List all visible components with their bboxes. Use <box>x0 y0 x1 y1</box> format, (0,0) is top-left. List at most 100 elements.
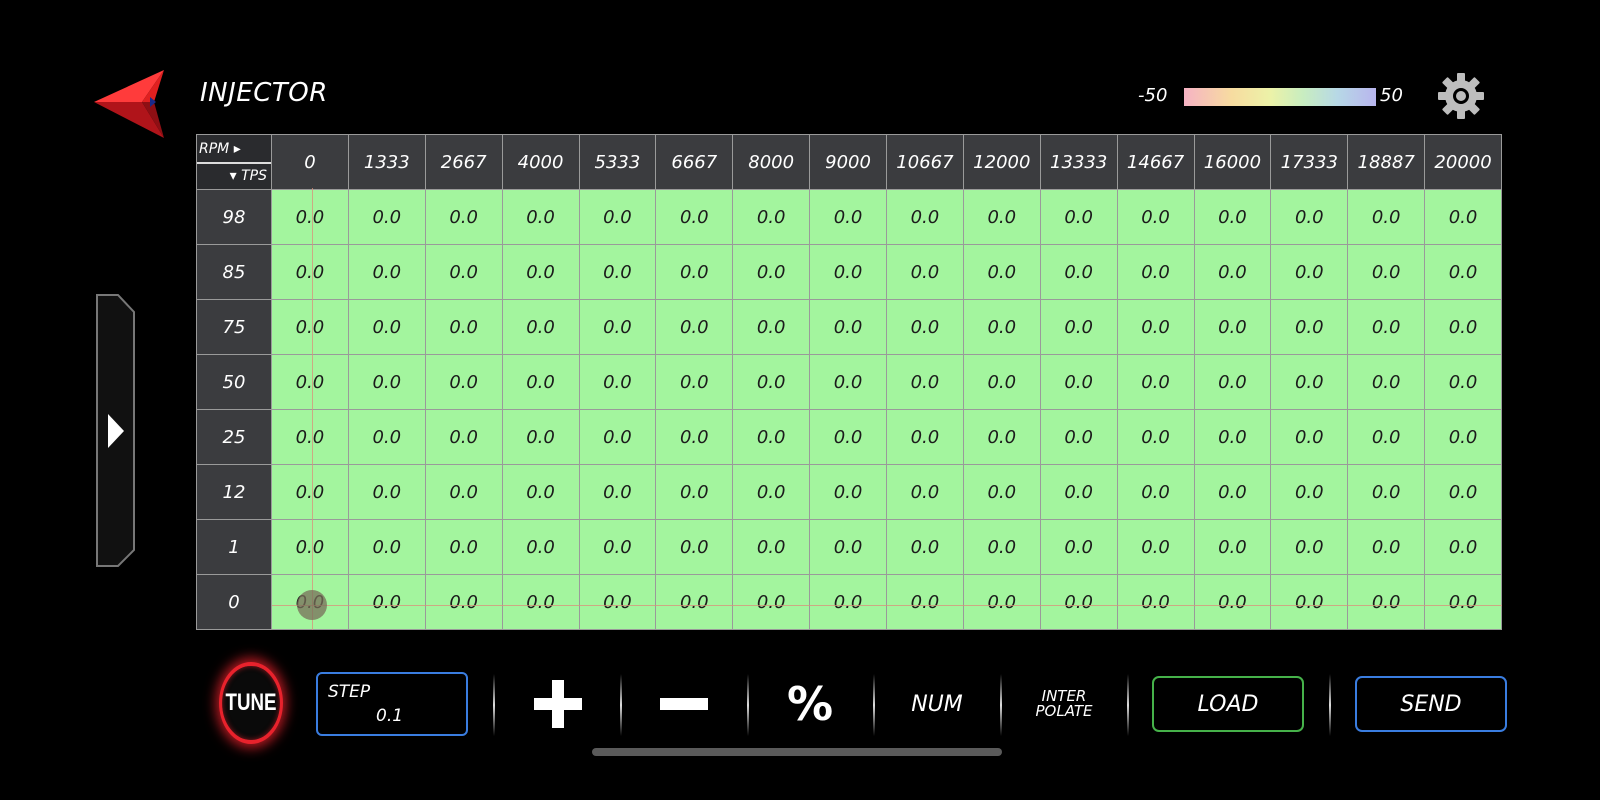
map-cell[interactable]: 0.0 <box>271 354 349 410</box>
map-cell[interactable]: 0.0 <box>424 299 503 355</box>
map-cell[interactable]: 0.0 <box>1039 464 1118 520</box>
map-cell[interactable]: 0.0 <box>1347 409 1426 465</box>
tune-button[interactable]: TUNE <box>219 662 283 744</box>
map-cell[interactable]: 0.0 <box>424 464 503 520</box>
map-cell[interactable]: 0.0 <box>962 299 1041 355</box>
map-cell[interactable]: 0.0 <box>271 244 349 300</box>
map-cell[interactable]: 0.0 <box>655 244 734 300</box>
map-cell[interactable]: 0.0 <box>347 244 426 300</box>
map-cell[interactable]: 0.0 <box>655 519 734 575</box>
map-cell[interactable]: 0.0 <box>347 464 426 520</box>
map-cell[interactable]: 0.0 <box>886 354 964 410</box>
settings-button[interactable] <box>1437 72 1485 120</box>
map-cell[interactable]: 0.0 <box>578 244 657 300</box>
map-cell[interactable]: 0.0 <box>271 189 349 245</box>
map-cell[interactable]: 0.0 <box>1193 409 1272 465</box>
map-cell[interactable]: 0.0 <box>501 299 580 355</box>
map-cell[interactable]: 0.0 <box>347 189 426 245</box>
map-cell[interactable]: 0.0 <box>271 464 349 520</box>
map-cell[interactable]: 0.0 <box>1039 519 1118 575</box>
map-cell[interactable]: 0.0 <box>886 299 964 355</box>
tps-row-header[interactable]: 85 <box>196 244 272 300</box>
map-cell[interactable]: 0.0 <box>1424 189 1502 245</box>
side-drawer-toggle[interactable] <box>96 294 136 568</box>
rpm-column-header[interactable]: 5333 <box>578 134 657 190</box>
rpm-column-header[interactable]: 17333 <box>1270 134 1349 190</box>
tps-row-header[interactable]: 12 <box>196 464 272 520</box>
map-cell[interactable]: 0.0 <box>886 244 964 300</box>
map-cell[interactable]: 0.0 <box>886 464 964 520</box>
rpm-column-header[interactable]: 12000 <box>962 134 1041 190</box>
rpm-column-header[interactable]: 0 <box>271 134 349 190</box>
map-cell[interactable]: 0.0 <box>886 409 964 465</box>
map-cell[interactable]: 0.0 <box>1270 519 1349 575</box>
map-cell[interactable]: 0.0 <box>1193 189 1272 245</box>
map-cell[interactable]: 0.0 <box>1116 354 1195 410</box>
map-cell[interactable]: 0.0 <box>1270 299 1349 355</box>
map-cell[interactable]: 0.0 <box>1039 299 1118 355</box>
map-cell[interactable]: 0.0 <box>886 189 964 245</box>
map-cell[interactable]: 0.0 <box>962 244 1041 300</box>
rpm-column-header[interactable]: 13333 <box>1039 134 1118 190</box>
map-cell[interactable]: 0.0 <box>578 354 657 410</box>
map-cell[interactable]: 0.0 <box>501 464 580 520</box>
map-cell[interactable]: 0.0 <box>424 354 503 410</box>
map-cell[interactable]: 0.0 <box>809 574 887 630</box>
tps-row-header[interactable]: 50 <box>196 354 272 410</box>
map-cell[interactable]: 0.0 <box>1347 354 1426 410</box>
map-cell[interactable]: 0.0 <box>271 299 349 355</box>
map-cell[interactable]: 0.0 <box>501 574 580 630</box>
map-cell[interactable]: 0.0 <box>1347 574 1426 630</box>
decrement-button[interactable] <box>654 672 714 736</box>
map-cell[interactable]: 0.0 <box>424 189 503 245</box>
map-cell[interactable]: 0.0 <box>655 189 734 245</box>
map-cell[interactable]: 0.0 <box>962 189 1041 245</box>
back-button[interactable] <box>94 70 168 140</box>
map-cell[interactable]: 0.0 <box>501 354 580 410</box>
map-cell[interactable]: 0.0 <box>1193 519 1272 575</box>
map-cell[interactable]: 0.0 <box>655 299 734 355</box>
map-cell[interactable]: 0.0 <box>732 574 811 630</box>
map-cell[interactable]: 0.0 <box>809 464 887 520</box>
map-cell[interactable]: 0.0 <box>578 299 657 355</box>
interpolate-button[interactable]: INTER POLATE <box>1018 672 1110 736</box>
map-cell[interactable]: 0.0 <box>655 354 734 410</box>
map-cell[interactable]: 0.0 <box>1116 574 1195 630</box>
map-cell[interactable]: 0.0 <box>809 299 887 355</box>
map-cell[interactable]: 0.0 <box>1347 519 1426 575</box>
map-cell[interactable]: 0.0 <box>1193 574 1272 630</box>
map-cell[interactable]: 0.0 <box>578 409 657 465</box>
tps-row-header[interactable]: 25 <box>196 409 272 465</box>
map-cell[interactable]: 0.0 <box>809 189 887 245</box>
rpm-column-header[interactable]: 10667 <box>886 134 964 190</box>
increment-button[interactable] <box>528 672 588 736</box>
map-cell[interactable]: 0.0 <box>1039 409 1118 465</box>
tps-row-header[interactable]: 75 <box>196 299 272 355</box>
map-cell[interactable]: 0.0 <box>655 409 734 465</box>
map-cell[interactable]: 0.0 <box>347 299 426 355</box>
map-cell[interactable]: 0.0 <box>424 244 503 300</box>
map-cell[interactable]: 0.0 <box>501 189 580 245</box>
percent-button[interactable]: % <box>780 672 840 736</box>
map-cell[interactable]: 0.0 <box>962 574 1041 630</box>
map-cell[interactable]: 0.0 <box>1116 189 1195 245</box>
map-cell[interactable]: 0.0 <box>809 354 887 410</box>
map-cell[interactable]: 0.0 <box>1270 574 1349 630</box>
rpm-column-header[interactable]: 6667 <box>655 134 734 190</box>
num-button[interactable]: NUM <box>894 672 980 736</box>
map-cell[interactable]: 0.0 <box>1193 464 1272 520</box>
map-cell[interactable]: 0.0 <box>1270 189 1349 245</box>
map-cell[interactable]: 0.0 <box>424 409 503 465</box>
map-cell[interactable]: 0.0 <box>1116 244 1195 300</box>
map-cell[interactable]: 0.0 <box>732 409 811 465</box>
rpm-column-header[interactable]: 16000 <box>1193 134 1272 190</box>
map-cell[interactable]: 0.0 <box>1347 189 1426 245</box>
map-cell[interactable]: 0.0 <box>732 354 811 410</box>
home-indicator[interactable] <box>592 748 1002 756</box>
map-cell[interactable]: 0.0 <box>578 519 657 575</box>
map-cell[interactable]: 0.0 <box>1424 519 1502 575</box>
cell-cursor[interactable] <box>297 590 327 620</box>
map-cell[interactable]: 0.0 <box>347 519 426 575</box>
map-cell[interactable]: 0.0 <box>1116 519 1195 575</box>
rpm-column-header[interactable]: 4000 <box>501 134 580 190</box>
